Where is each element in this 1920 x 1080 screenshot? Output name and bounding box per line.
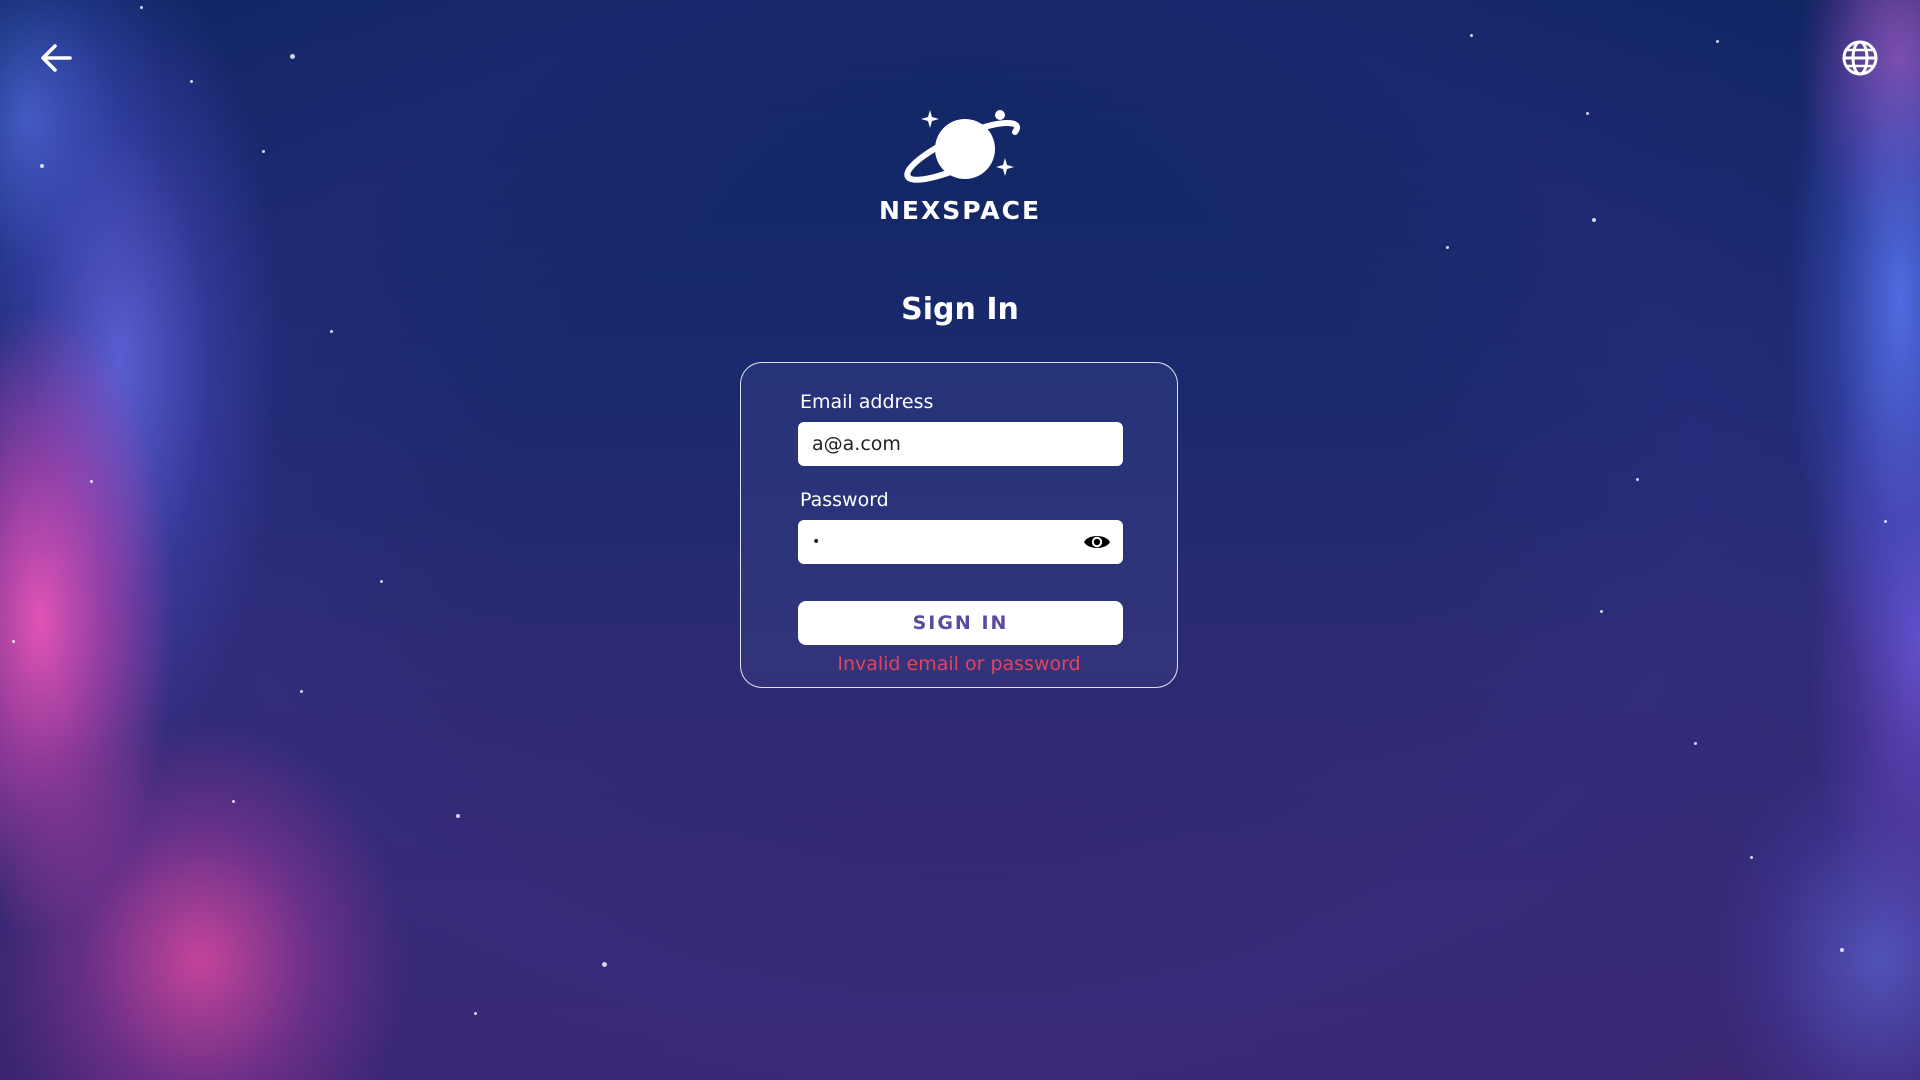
arrow-left-icon bbox=[41, 44, 72, 72]
planet-icon bbox=[904, 110, 1020, 183]
toggle-password-visibility-button[interactable] bbox=[1083, 529, 1111, 555]
password-label: Password bbox=[800, 489, 889, 511]
globe-icon bbox=[1842, 40, 1878, 76]
page-title: Sign In bbox=[901, 292, 1019, 327]
error-message: Invalid email or password bbox=[837, 653, 1081, 675]
brand-name: NEXSPACE bbox=[878, 196, 1042, 225]
language-button[interactable] bbox=[1838, 36, 1882, 80]
signin-card: Email address Password SIGN IN Invalid e… bbox=[740, 362, 1178, 688]
back-button[interactable] bbox=[34, 36, 78, 80]
brand-logo: NEXSPACE bbox=[0, 104, 1920, 225]
eye-icon bbox=[1084, 536, 1110, 548]
email-field[interactable] bbox=[798, 422, 1123, 466]
sign-in-button[interactable]: SIGN IN bbox=[798, 601, 1123, 645]
email-label: Email address bbox=[800, 391, 934, 413]
password-field[interactable] bbox=[798, 520, 1123, 564]
